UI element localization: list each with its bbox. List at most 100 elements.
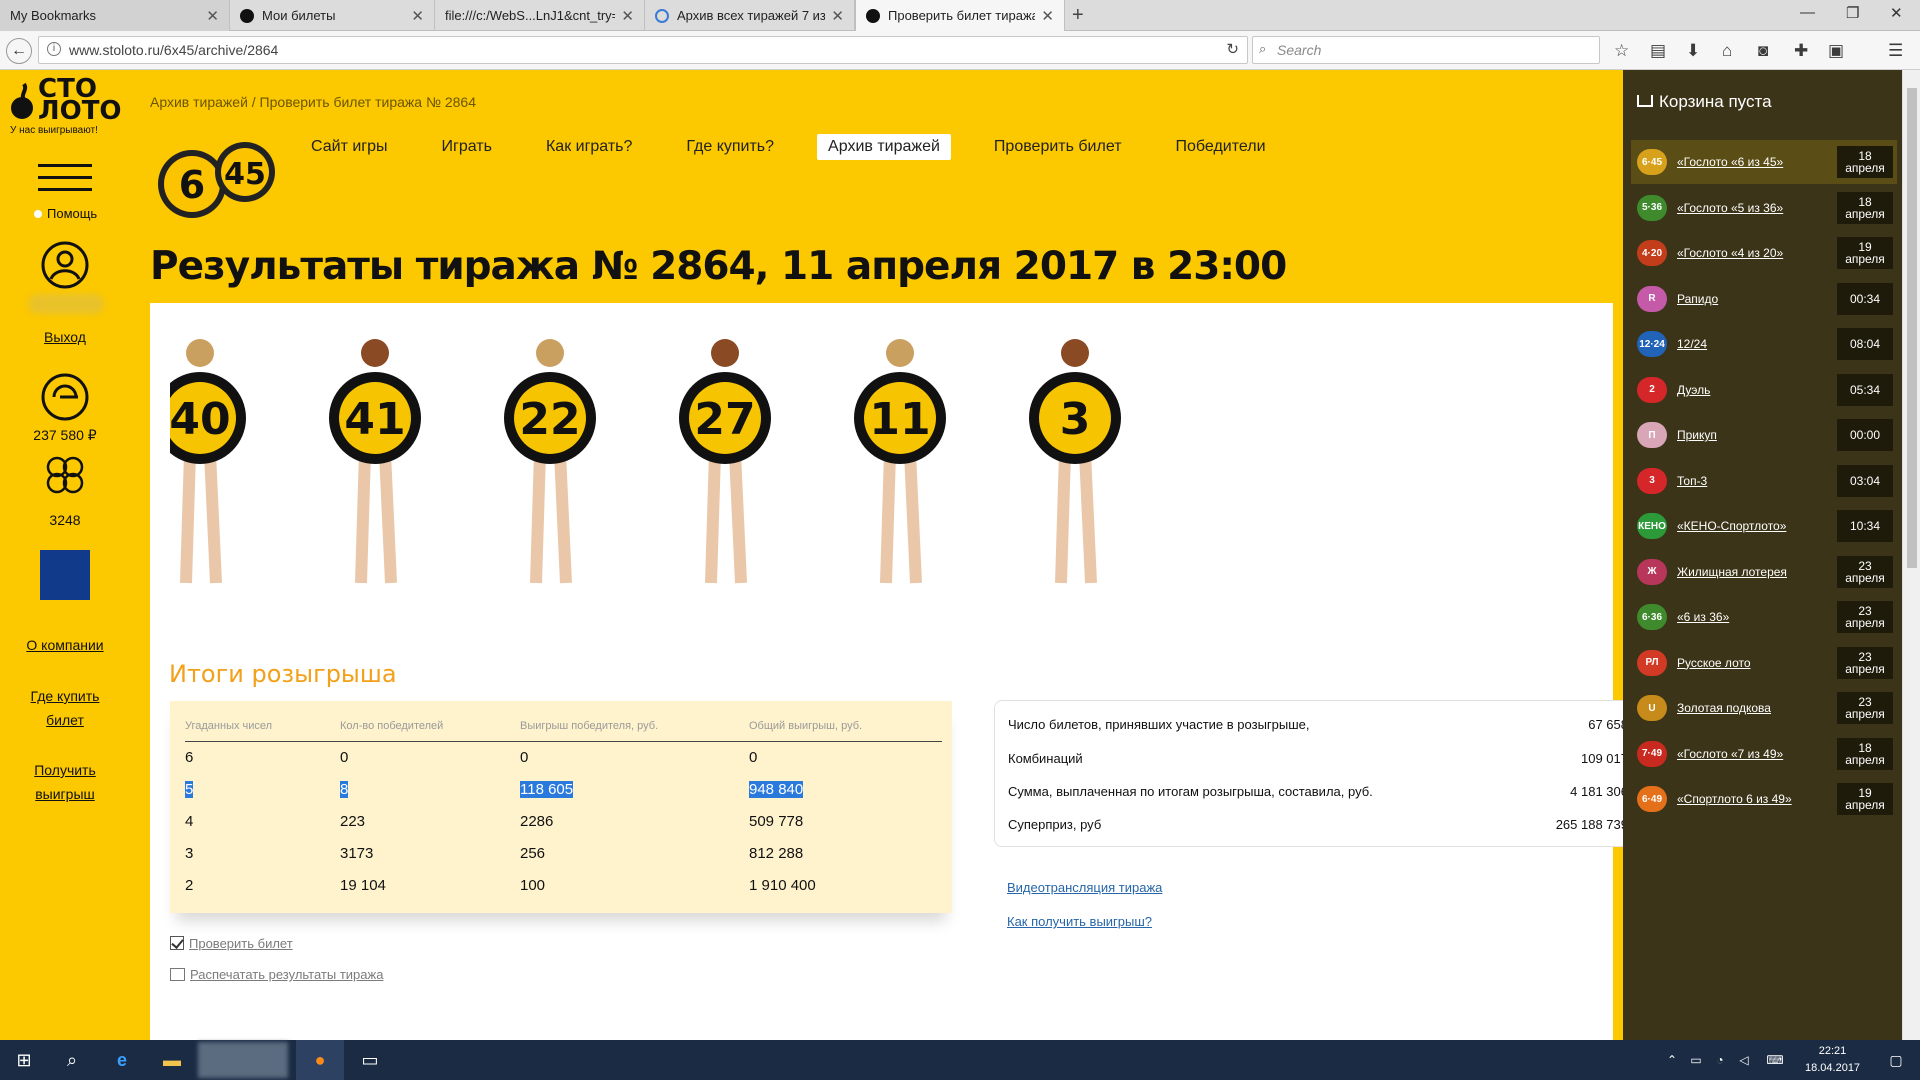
extension-icon[interactable]: ✚ xyxy=(1794,41,1808,61)
cart-button[interactable]: Корзина пуста xyxy=(1637,92,1772,112)
menu-icon[interactable]: ☰ xyxy=(1888,41,1903,61)
game-item[interactable]: Ж Жилищная лотерея 23 апреля xyxy=(1631,550,1897,594)
stat-label: Сумма, выплаченная по итогам розыгрыша, … xyxy=(1008,784,1373,799)
game-item[interactable]: U Золотая подкова 23 апреля xyxy=(1631,686,1897,730)
draw-stats-box: Число билетов, принявших участие в розыг… xyxy=(994,700,1642,847)
game-item[interactable]: 6·49 «Спортлото 6 из 49» 19 апреля xyxy=(1631,777,1897,821)
page-scrollbar[interactable] xyxy=(1902,70,1920,1040)
wallet-icon[interactable] xyxy=(40,372,90,422)
nav-site[interactable]: Сайт игры xyxy=(300,134,399,160)
nav-play[interactable]: Играть xyxy=(431,134,503,160)
info-icon[interactable]: i xyxy=(47,42,61,56)
tab-my-tickets[interactable]: Мои билеты ✕ xyxy=(230,0,435,31)
game-logo-icon: 7·49 xyxy=(1637,740,1667,767)
help-label: Помощь xyxy=(47,206,98,221)
table-row: 6 0 0 0 xyxy=(185,741,942,773)
minimize-icon[interactable]: — xyxy=(1800,4,1815,21)
help-link[interactable]: Помощь xyxy=(34,206,97,221)
how-get-win-link[interactable]: Как получить выигрыш? xyxy=(1007,914,1152,929)
game-item[interactable]: 5·36 «Гослото «5 из 36» 18 апреля xyxy=(1631,186,1897,230)
table-cell: 1 910 400 xyxy=(749,876,816,894)
game-item[interactable]: 7·49 «Гослото «7 из 49» 18 апреля xyxy=(1631,732,1897,776)
hamburger-menu-icon[interactable] xyxy=(38,164,92,200)
left-sidebar: СТО ЛОТО У нас выигрывают! Помощь Выход … xyxy=(0,70,130,1040)
wifi-icon[interactable]: ◔ xyxy=(1708,1040,1732,1080)
game-next-draw: 19 апреля xyxy=(1837,237,1893,269)
close-icon[interactable]: ✕ xyxy=(411,7,424,25)
breadcrumb[interactable]: Архив тиражей / Проверить билет тиража №… xyxy=(150,94,476,110)
game-logo-icon: 3 xyxy=(1637,467,1667,494)
nav-archive[interactable]: Архив тиражей xyxy=(817,134,951,160)
tab-bookmarks[interactable]: My Bookmarks ✕ xyxy=(0,0,230,31)
print-results-link[interactable]: Распечатать результаты тиража xyxy=(170,967,383,982)
close-window-icon[interactable]: ✕ xyxy=(1890,4,1903,22)
close-icon[interactable]: ✕ xyxy=(1041,7,1054,25)
about-link[interactable]: О компании xyxy=(0,637,130,653)
game-item[interactable]: 6·45 «Гослото «6 из 45» 18 апреля xyxy=(1631,140,1897,184)
bookmark-star-icon[interactable]: ☆ xyxy=(1614,41,1629,61)
restore-icon[interactable]: ❐ xyxy=(1846,4,1859,22)
table-cell-selected: 5 xyxy=(185,780,194,798)
printer-icon xyxy=(170,968,185,981)
taskbar-blurred-app[interactable] xyxy=(198,1042,288,1078)
tab-file[interactable]: file:///c:/WebS...LnJ1&cnt_try=3 ✕ xyxy=(435,0,645,31)
reading-list-icon[interactable]: ▤ xyxy=(1650,41,1666,61)
close-icon[interactable]: ✕ xyxy=(621,7,634,25)
edge-icon[interactable]: e xyxy=(98,1040,146,1080)
video-broadcast-link[interactable]: Видеотрансляция тиража xyxy=(1007,880,1162,895)
app-window-icon[interactable]: ▭ xyxy=(346,1040,394,1080)
nav-where-buy[interactable]: Где купить? xyxy=(675,134,785,160)
user-avatar-icon[interactable] xyxy=(40,240,90,290)
checkbox-checked-icon[interactable] xyxy=(170,936,184,950)
tray-chevron-icon[interactable]: ⌃ xyxy=(1660,1040,1684,1080)
game-item[interactable]: 3 Топ-3 03:04 xyxy=(1631,459,1897,503)
nav-check-ticket[interactable]: Проверить билет xyxy=(983,134,1133,160)
reload-icon[interactable]: ↻ xyxy=(1226,40,1239,58)
battery-icon[interactable]: ▭ xyxy=(1684,1040,1708,1080)
address-bar[interactable]: i www.stoloto.ru/6x45/archive/2864 ↻ xyxy=(38,36,1248,64)
get-win-link[interactable]: Получить выигрыш xyxy=(25,758,105,806)
close-icon[interactable]: ✕ xyxy=(206,7,219,25)
stoloto-logo[interactable]: СТО ЛОТО У нас выигрывают! xyxy=(10,76,122,136)
close-icon[interactable]: ✕ xyxy=(831,7,844,25)
volume-icon[interactable]: ◁ xyxy=(1732,1040,1756,1080)
game-item[interactable]: КЕНО «КЕНО-Спортлото» 10:34 xyxy=(1631,504,1897,548)
game-item[interactable]: РЛ Русское лото 23 апреля xyxy=(1631,641,1897,685)
clipboard-icon[interactable]: ▣ xyxy=(1828,41,1844,61)
game-item[interactable]: 12·24 12/24 08:04 xyxy=(1631,322,1897,366)
pocket-icon[interactable]: ◙ xyxy=(1758,41,1768,61)
game-item[interactable]: 6·36 «6 из 36» 23 апреля xyxy=(1631,595,1897,639)
new-tab-button[interactable]: + xyxy=(1072,4,1084,27)
nav-winners[interactable]: Победители xyxy=(1165,134,1277,160)
home-icon[interactable]: ⌂ xyxy=(1722,41,1732,61)
game-item[interactable]: R Рапидо 00:34 xyxy=(1631,277,1897,321)
game-logo-icon: U xyxy=(1637,695,1667,721)
game-logo-6-45-icon[interactable]: 6 45 xyxy=(150,140,280,222)
tab-archive[interactable]: Архив всех тиражей 7 из ... ✕ xyxy=(645,0,855,31)
windows-start-icon[interactable]: ⊞ xyxy=(0,1040,48,1080)
logout-link[interactable]: Выход xyxy=(0,329,130,345)
game-item[interactable]: П Прикуп 00:00 xyxy=(1631,413,1897,457)
back-button[interactable]: ← xyxy=(6,38,32,64)
table-cell: 256 xyxy=(520,844,546,862)
search-icon[interactable]: ⌕ xyxy=(48,1040,96,1080)
european-lotteries-logo[interactable] xyxy=(40,550,90,600)
search-input[interactable]: ⌕ Search xyxy=(1252,36,1600,64)
system-clock[interactable]: 22:21 18.04.2017 xyxy=(1805,1043,1860,1077)
stat-row: Число билетов, принявших участие в розыг… xyxy=(1008,717,1628,732)
nav-how-play[interactable]: Как играть? xyxy=(535,134,643,160)
where-buy-link[interactable]: Где купить билет xyxy=(25,684,105,732)
check-ticket-checkbox[interactable]: Проверить билет xyxy=(170,936,293,951)
tab-check-ticket[interactable]: Проверить билет тиража... ✕ xyxy=(855,0,1065,31)
download-icon[interactable]: ⬇ xyxy=(1686,41,1700,61)
file-explorer-icon[interactable]: ▬ xyxy=(148,1040,196,1080)
stat-label: Суперприз, руб xyxy=(1008,817,1102,832)
firefox-icon[interactable]: ● xyxy=(296,1040,344,1080)
scrollbar-thumb[interactable] xyxy=(1907,88,1917,568)
game-item[interactable]: 2 Дуэль 05:34 xyxy=(1631,368,1897,412)
notifications-icon[interactable]: ▢ xyxy=(1872,1040,1920,1080)
game-item[interactable]: 4·20 «Гослото «4 из 20» 19 апреля xyxy=(1631,231,1897,275)
clover-bonus-icon[interactable] xyxy=(42,452,88,498)
game-name: «Гослото «6 из 45» xyxy=(1677,155,1784,169)
keyboard-icon[interactable]: ⌨ xyxy=(1760,1040,1790,1080)
